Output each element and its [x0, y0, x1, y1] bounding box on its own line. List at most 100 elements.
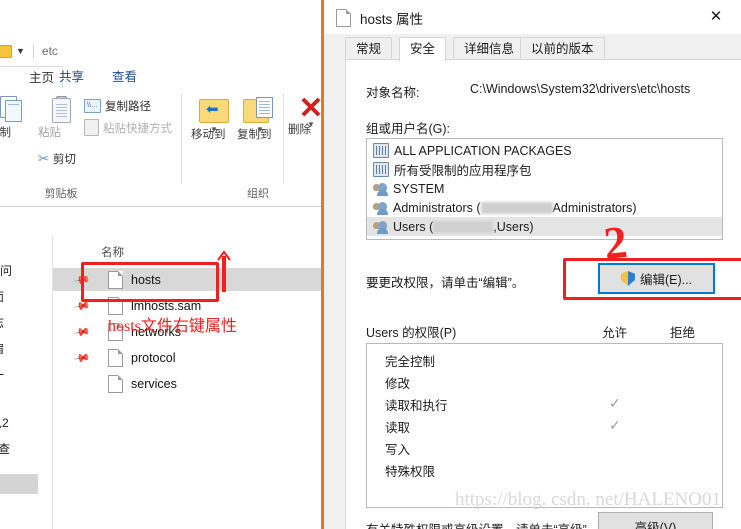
ribbon-group-clipboard: 复制 粘贴 \\… 复制路径 粘贴快捷方式 ✂ 剪切 剪贴板	[0, 88, 182, 206]
allow-column-header: 允许	[602, 326, 628, 340]
advanced-hint: 有关特殊权限或高级设置，请单击“高级”。	[366, 519, 599, 529]
table-row[interactable]: 读取 ✓	[367, 414, 722, 436]
copy-path-icon: \\…	[84, 99, 101, 113]
table-row[interactable]: 写入	[367, 436, 722, 458]
dialog-tab-strip: 常规 安全 详细信息 以前的版本	[324, 34, 741, 62]
permission-name: 写入	[385, 443, 411, 457]
file-explorer-window: ▼ etc 主页 共享 查看 复制 粘贴 \\… 复制路径 粘	[0, 0, 324, 529]
file-name: services	[131, 376, 177, 391]
table-row[interactable]: services	[53, 372, 321, 395]
principal-name: SYSTEM	[393, 181, 445, 196]
ribbon: 复制 粘贴 \\… 复制路径 粘贴快捷方式 ✂ 剪切 剪贴板	[0, 88, 324, 207]
paste-icon	[51, 96, 71, 123]
file-icon	[108, 348, 123, 367]
principal-name: Administrators (Administrators)	[393, 200, 637, 215]
annotation-box-hosts	[81, 262, 219, 302]
list-item[interactable]: Administrators (Administrators)	[367, 198, 722, 217]
nav-item-4[interactable]: 一	[0, 366, 4, 383]
list-item[interactable]: ALL APPLICATION PACKAGES	[367, 141, 722, 160]
copy-path-item[interactable]: \\… 复制路径	[84, 98, 151, 114]
tab-share[interactable]: 共享	[50, 66, 93, 88]
copy-icon	[0, 96, 22, 122]
table-row[interactable]: 📌 protocol	[53, 346, 321, 369]
pin-icon: 📌	[72, 324, 91, 342]
advanced-button[interactable]: 高级(V)	[598, 512, 713, 529]
nav-item-7[interactable]: 窗	[0, 474, 38, 494]
quick-access-toolbar[interactable]: ▼ etc	[0, 44, 58, 58]
permissions-listbox[interactable]: 完全控制 修改 读取和执行 ✓ 读取 ✓ 写入 特殊权限	[366, 343, 723, 508]
paste-button[interactable]: 粘贴	[38, 96, 84, 139]
permission-name: 读取	[385, 421, 411, 435]
principal-name: 所有受限制的应用程序包	[394, 164, 532, 178]
divider	[181, 94, 182, 184]
dialog-title: hosts 属性	[360, 12, 424, 27]
file-icon	[336, 9, 351, 27]
paste-shortcut-icon	[84, 119, 99, 136]
annotation-box-edit-button	[563, 258, 741, 300]
navigation-pane: 访问 面 志 宿 一 见2 核查 窗	[0, 236, 53, 529]
copy-to-button[interactable]: 复制到 ▼	[237, 96, 283, 141]
dialog-title-bar: hosts 属性 ✕	[324, 0, 741, 34]
file-icon	[108, 374, 123, 393]
paste-shortcut-item: 粘贴快捷方式	[84, 119, 172, 136]
permission-name: 特殊权限	[385, 465, 436, 479]
permission-name: 完全控制	[385, 355, 436, 369]
allow-checkbox-checked: ✓	[609, 395, 621, 411]
allow-checkbox-checked: ✓	[609, 417, 621, 433]
principal-name: ALL APPLICATION PACKAGES	[394, 143, 572, 158]
cut-item[interactable]: ✂ 剪切	[38, 151, 76, 167]
close-icon[interactable]: ✕	[701, 6, 731, 28]
tab-security[interactable]: 安全	[399, 37, 447, 62]
users-icon	[373, 220, 388, 234]
annotation-arrow-1	[217, 250, 231, 292]
divider	[283, 94, 284, 184]
ribbon-group-organize: ⬅ 移动到 ▼ 复制到 ▼ ✕ 删除 ▼ 组织	[183, 88, 324, 206]
deny-column-header: 拒绝	[670, 326, 696, 340]
annotation-file-note: hosts文件右键属性	[108, 318, 237, 335]
object-name-value: C:\Windows\System32\drivers\etc\hosts	[470, 82, 691, 96]
list-item[interactable]: SYSTEM	[367, 179, 722, 198]
delete-button[interactable]: ✕ 删除 ▼	[288, 94, 324, 137]
ribbon-group-label-organize: 组织	[247, 188, 269, 200]
nav-item-0[interactable]: 访问	[0, 262, 12, 279]
change-permissions-hint: 要更改权限，请单击“编辑”。	[366, 276, 525, 290]
permission-name: 修改	[385, 377, 411, 391]
permissions-for-label: Users 的权限(P)	[366, 326, 457, 340]
properties-dialog: hosts 属性 ✕ 常规 安全 详细信息 以前的版本 对象名称: C:\Win…	[324, 0, 741, 529]
move-to-icon: ⬅	[197, 96, 231, 124]
list-item[interactable]: 所有受限制的应用程序包	[367, 160, 722, 179]
ribbon-group-label-clipboard: 剪贴板	[44, 188, 78, 200]
principals-listbox[interactable]: ALL APPLICATION PACKAGES 所有受限制的应用程序包 SYS…	[366, 138, 723, 240]
object-name-label: 对象名称:	[366, 86, 420, 100]
copy-button[interactable]: 复制	[0, 96, 34, 139]
copy-to-icon	[243, 96, 277, 124]
move-to-button[interactable]: ⬅ 移动到 ▼	[191, 96, 237, 141]
tab-view[interactable]: 查看	[103, 66, 146, 88]
table-row[interactable]: 读取和执行 ✓	[367, 392, 722, 414]
nav-item-6[interactable]: 核查	[0, 440, 10, 457]
watermark: https://blog. csdn. net/HALENO01	[455, 489, 721, 510]
package-icon	[373, 162, 389, 177]
table-row[interactable]: 完全控制	[367, 348, 722, 370]
chevron-down-icon[interactable]: ▼	[16, 46, 25, 56]
users-icon	[373, 182, 388, 196]
folder-icon	[0, 44, 12, 58]
table-row[interactable]: 修改	[367, 370, 722, 392]
nav-item-2[interactable]: 志	[0, 314, 4, 331]
column-header-name[interactable]: 名称	[101, 244, 124, 260]
nav-item-5[interactable]: 见2	[0, 414, 9, 431]
scissors-icon: ✂	[38, 151, 49, 166]
ribbon-tab-strip: 主页 共享 查看	[0, 66, 321, 90]
list-item[interactable]: Users (,Users)	[367, 217, 722, 236]
address-bar: ‹ ↑ › 此电脑 › WindowsOS (C:) › Windows ›	[0, 207, 322, 441]
package-icon	[373, 143, 389, 158]
pin-icon: 📌	[72, 350, 91, 368]
users-icon	[373, 201, 388, 215]
explorer-window-title: etc	[41, 44, 58, 58]
principal-name: Users (,Users)	[393, 219, 534, 234]
divider	[32, 44, 34, 58]
table-row[interactable]: 特殊权限	[367, 458, 722, 480]
nav-item-1[interactable]: 面	[0, 288, 4, 305]
file-name: protocol	[131, 350, 176, 365]
nav-item-3[interactable]: 宿	[0, 340, 4, 357]
